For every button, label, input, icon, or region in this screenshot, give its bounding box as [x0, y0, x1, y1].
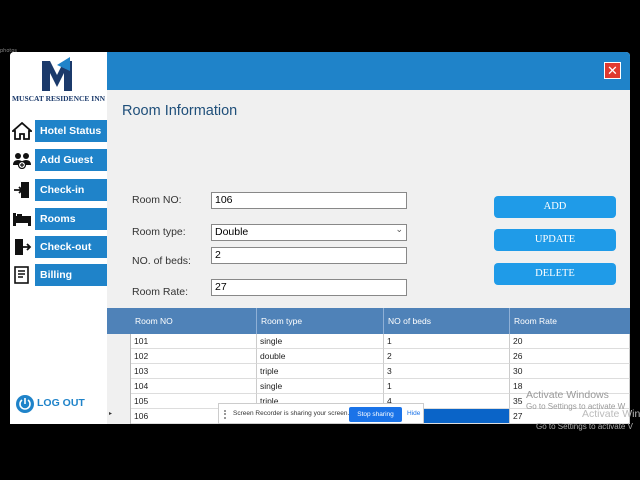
update-button[interactable]: UPDATE: [494, 229, 616, 251]
current-row-marker: ▸: [109, 411, 113, 417]
beds-input[interactable]: 2: [211, 247, 407, 264]
bill-icon: [14, 266, 29, 284]
header-band: [107, 52, 630, 90]
app-window: MUSCAT RESIDENCE INN Hotel Status Add Gu…: [10, 52, 630, 424]
room-no-label: Room NO:: [132, 194, 182, 206]
power-icon: [16, 395, 34, 413]
col-room-rate-header[interactable]: Room Rate: [510, 308, 630, 334]
row-header-column: ▸ *: [107, 334, 131, 424]
hotel-logo-icon: [42, 57, 72, 91]
table-cell-room-no[interactable]: 103: [131, 364, 257, 379]
table-cell-room-no[interactable]: 104: [131, 379, 257, 394]
activate-windows-title-ghost: Activate Window: [582, 408, 640, 420]
door-enter-icon: [14, 182, 29, 198]
table-cell-room-no[interactable]: 102: [131, 349, 257, 364]
table-cell-room-type[interactable]: triple: [257, 364, 384, 379]
room-information-panel: Room Information Room NO: 106 Room type:…: [107, 90, 630, 424]
room-rate-label: Room Rate:: [132, 286, 189, 298]
room-type-select[interactable]: Double: [211, 222, 407, 241]
table-cell-room-no[interactable]: 101: [131, 334, 257, 349]
share-message: Screen Recorder is sharing your screen.: [233, 410, 350, 417]
logout-label: LOG OUT: [37, 397, 85, 409]
screen: photos MUSCAT RESIDENCE INN Hotel Status: [0, 0, 640, 480]
drag-handle-icon[interactable]: [224, 410, 228, 419]
door-exit-icon: [15, 239, 32, 255]
nav-billing-button[interactable]: Billing: [35, 264, 107, 286]
table-cell-room-type[interactable]: double: [257, 349, 384, 364]
table-cell-beds[interactable]: 1: [384, 334, 510, 349]
bed-icon: [13, 213, 31, 226]
table-cell-beds[interactable]: 2: [384, 349, 510, 364]
sidebar-item-add-guest[interactable]: Add Guest: [10, 149, 107, 171]
table-row[interactable]: 103 triple 3 30: [131, 364, 630, 379]
home-icon: [12, 122, 32, 140]
sidebar: MUSCAT RESIDENCE INN Hotel Status Add Gu…: [10, 52, 107, 424]
nav-add-guest-button[interactable]: Add Guest: [35, 149, 107, 171]
table-header: Room NO Room type NO of beds Room Rate: [107, 308, 630, 334]
room-no-input[interactable]: 106: [211, 192, 407, 209]
table-row[interactable]: 101 single 1 20: [131, 334, 630, 349]
table-cell-beds[interactable]: 3: [384, 364, 510, 379]
sidebar-item-rooms[interactable]: Rooms: [10, 208, 107, 230]
page-title: Room Information: [122, 103, 238, 119]
close-icon[interactable]: ✕: [604, 62, 621, 79]
col-beds-header[interactable]: NO of beds: [384, 308, 510, 334]
nav-check-in-button[interactable]: Check-in: [35, 179, 107, 201]
sidebar-item-check-out[interactable]: Check-out: [10, 236, 107, 258]
hide-link[interactable]: Hide: [407, 410, 420, 417]
table-cell-room-rate[interactable]: 30: [510, 364, 630, 379]
activate-windows-hint-ghost: Go to Settings to activate V: [536, 422, 633, 431]
add-button[interactable]: ADD: [494, 196, 616, 218]
table-cell-room-type[interactable]: single: [257, 334, 384, 349]
col-room-no-header[interactable]: Room NO: [131, 308, 257, 334]
nav-hotel-status-button[interactable]: Hotel Status: [35, 120, 107, 142]
hotel-name: MUSCAT RESIDENCE INN: [11, 94, 106, 103]
table-row[interactable]: 102 double 2 26: [131, 349, 630, 364]
activate-windows-title: Activate Windows: [526, 389, 609, 401]
screen-share-bar: Screen Recorder is sharing your screen. …: [218, 403, 424, 424]
sidebar-item-check-in[interactable]: Check-in: [10, 179, 107, 201]
table-cell-room-rate[interactable]: 26: [510, 349, 630, 364]
sidebar-item-billing[interactable]: Billing: [10, 264, 107, 286]
table-cell-beds[interactable]: 1: [384, 379, 510, 394]
nav-rooms-button[interactable]: Rooms: [35, 208, 107, 230]
room-type-label: Room type:: [132, 226, 186, 238]
sidebar-item-hotel-status[interactable]: Hotel Status: [10, 120, 107, 142]
stop-sharing-button[interactable]: Stop sharing: [349, 407, 402, 422]
beds-label: NO. of beds:: [132, 255, 191, 267]
nav-check-out-button[interactable]: Check-out: [35, 236, 107, 258]
table-cell-room-rate[interactable]: 20: [510, 334, 630, 349]
add-user-icon: [13, 153, 31, 169]
col-room-type-header[interactable]: Room type: [257, 308, 384, 334]
delete-button[interactable]: DELETE: [494, 263, 616, 285]
table-cell-room-type[interactable]: single: [257, 379, 384, 394]
room-rate-input[interactable]: 27: [211, 279, 407, 296]
